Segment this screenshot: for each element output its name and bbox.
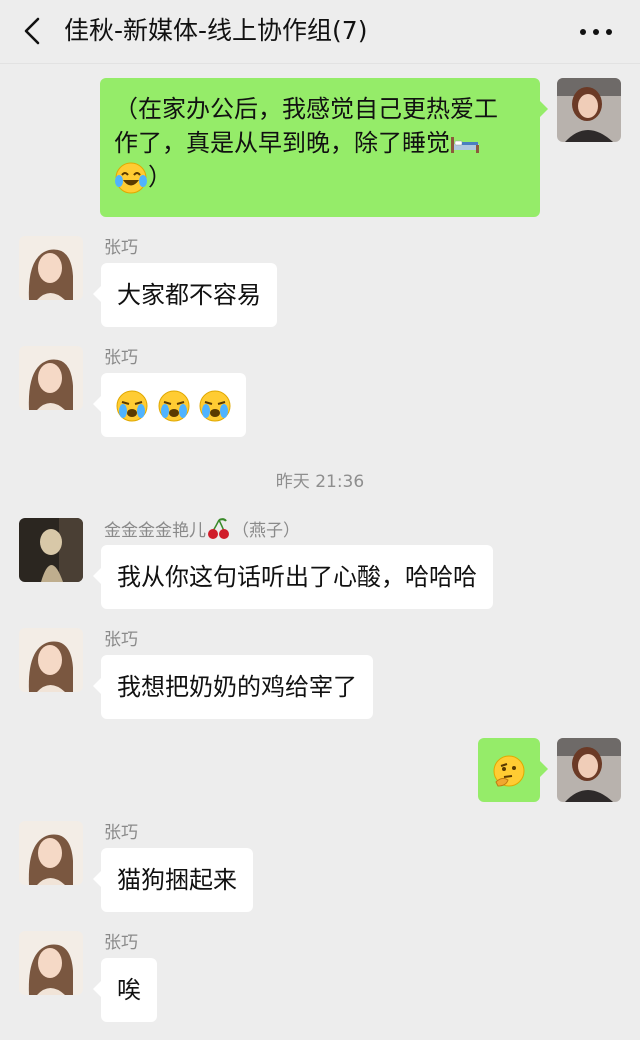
sender-nickname-note: （燕子） <box>232 521 300 541</box>
back-arrow-icon[interactable] <box>20 16 44 46</box>
zhangqiao-avatar-image <box>19 628 83 692</box>
bed-icon <box>451 137 479 153</box>
more-options-icon[interactable] <box>578 28 614 36</box>
incoming-bubble[interactable]: 大家都不容易 <box>93 263 277 327</box>
sender-avatar-zhangqiao[interactable] <box>19 931 83 995</box>
sender-name: 张巧 <box>104 933 138 953</box>
zhangqiao-avatar-image <box>19 931 83 995</box>
incoming-bubble[interactable]: 唉 <box>93 958 157 1022</box>
my-avatar-image <box>557 738 621 802</box>
message-line-1: （在家办公后，我感觉自己更热爱工 <box>114 95 498 123</box>
sender-avatar-zhangqiao[interactable] <box>19 628 83 692</box>
message-line-2: 作了，真是从早到晚，除了睡觉 <box>114 126 526 160</box>
sender-avatar-yaner[interactable] <box>19 518 83 582</box>
sender-avatar-zhangqiao[interactable] <box>19 236 83 300</box>
sender-avatar-zhangqiao[interactable] <box>19 346 83 410</box>
incoming-bubble[interactable]: 猫狗捆起来 <box>93 848 253 912</box>
zhangqiao-avatar-image <box>19 346 83 410</box>
incoming-bubble[interactable]: 我从你这句话听出了心酸，哈哈哈 <box>93 545 493 609</box>
sender-name: 张巧 <box>104 238 138 258</box>
yaner-avatar-image <box>19 518 83 582</box>
crying-emoji <box>199 390 231 422</box>
message-line-3-text: ） <box>148 163 172 191</box>
message-line-2-text: 作了，真是从早到晚，除了睡觉 <box>114 129 450 157</box>
sender-name: 张巧 <box>104 630 138 650</box>
chat-title: 佳秋-新媒体-线上协作组(7) <box>64 16 368 45</box>
sender-name: 张巧 <box>104 823 138 843</box>
cherry-icon <box>208 518 229 539</box>
chat-timestamp: 昨天 21:36 <box>275 472 365 492</box>
incoming-bubble[interactable] <box>92 373 247 437</box>
sender-name: 张巧 <box>104 348 138 368</box>
my-avatar[interactable] <box>557 78 621 142</box>
my-avatar[interactable] <box>557 738 621 802</box>
sender-avatar-zhangqiao[interactable] <box>19 821 83 885</box>
message-line-3: ） <box>114 160 526 195</box>
crying-emoji <box>158 390 190 422</box>
zhangqiao-avatar-image <box>19 821 83 885</box>
sender-name: 金金金金艳儿 （燕子） <box>104 518 300 543</box>
chat-header: 佳秋-新媒体-线上协作组(7) <box>0 0 640 64</box>
crying-emoji <box>116 390 148 422</box>
zhangqiao-avatar-image <box>19 236 83 300</box>
sender-name-text: 金金金金艳儿 <box>104 521 206 541</box>
outgoing-bubble[interactable] <box>478 738 548 802</box>
outgoing-bubble[interactable]: （在家办公后，我感觉自己更热爱工 作了，真是从早到晚，除了睡觉 ） <box>100 78 548 217</box>
incoming-bubble[interactable]: 我想把奶奶的鸡给宰了 <box>93 655 373 719</box>
my-avatar-image <box>557 78 621 142</box>
thinking-emoji <box>493 755 525 787</box>
tears-of-joy-emoji <box>115 162 147 194</box>
